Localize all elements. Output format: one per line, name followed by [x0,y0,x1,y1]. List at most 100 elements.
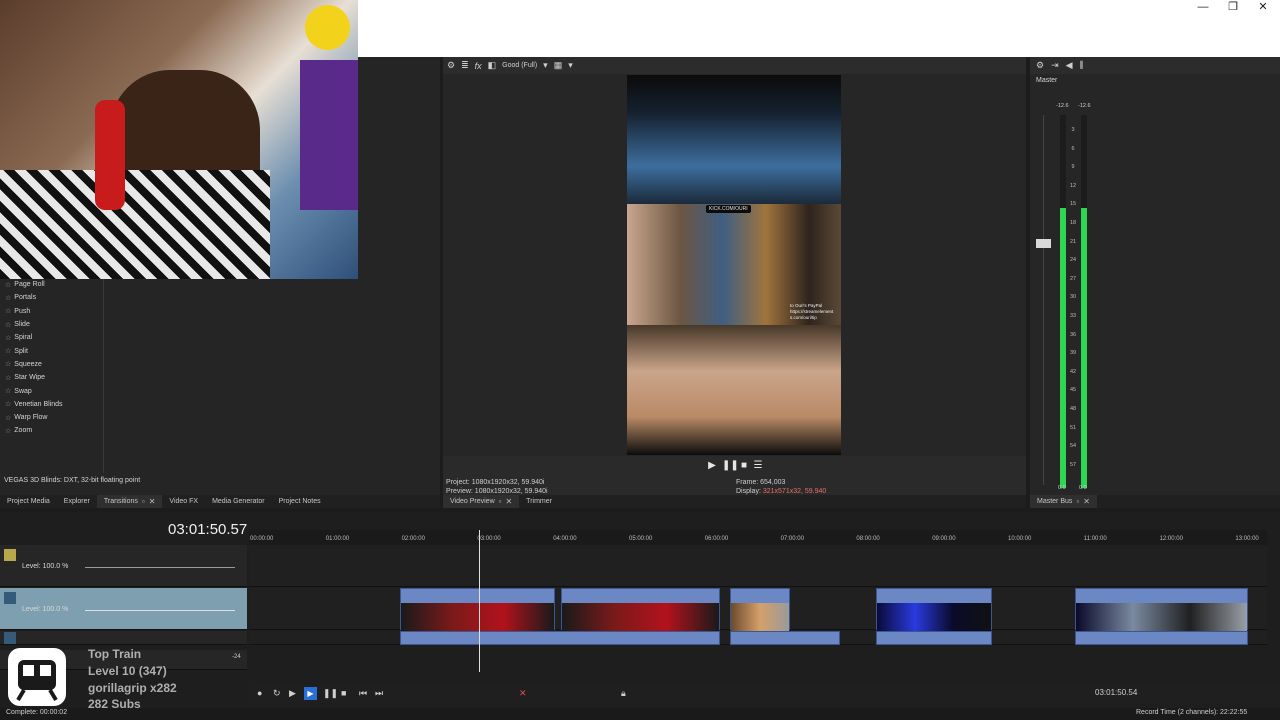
video-clip[interactable] [1075,588,1248,631]
star-icon[interactable]: ☆ [5,414,11,422]
transition-item[interactable]: ☆ Push [0,305,103,318]
gear-icon[interactable]: ⚙ [447,60,455,71]
transition-item[interactable]: ☆ Zoom [0,424,103,437]
preview-info: Preview: 1080x1920x32, 59.940i [446,488,548,495]
star-icon[interactable]: ☆ [5,294,11,302]
track-menu-icon[interactable] [4,632,16,644]
transition-item[interactable]: ☆ Page Roll [0,278,103,291]
split-screen-icon[interactable]: ◧ [488,60,497,71]
ruler-tick: 12:00:00 [1159,536,1183,542]
tab-video-preview[interactable]: Video Preview ▫ ✕ [443,495,520,508]
go-to-end-icon[interactable]: ⏭ [375,688,383,699]
audio-clip[interactable] [876,631,992,645]
close-icon[interactable]: ✕ [1083,497,1090,506]
track-level-slider[interactable] [85,567,235,568]
star-icon[interactable]: ☆ [5,374,11,382]
close-button[interactable]: ✕ [1248,0,1278,16]
close-icon[interactable]: ✕ [505,497,512,506]
stop-icon[interactable]: ■ [341,688,346,698]
star-icon[interactable]: ☆ [5,400,11,408]
ruler-tick: 04:00:00 [553,536,577,542]
transition-item[interactable]: ☆ Star Wipe [0,371,103,384]
tab-master-bus[interactable]: Master Bus ▫ ✕ [1030,495,1097,508]
transition-item[interactable]: ☆ Swap [0,384,103,397]
tab-transitions[interactable]: Transitions ▫ ✕ [96,495,163,508]
chevron-down-icon[interactable]: ▾ [543,60,548,71]
star-icon[interactable]: ☆ [5,321,11,329]
window-icon[interactable]: ▫ [1076,497,1079,506]
track-menu-icon[interactable] [4,549,16,561]
transition-item[interactable]: ☆ Squeeze [0,358,103,371]
insert-bus-icon[interactable]: ⇥ [1051,60,1059,71]
video-clip[interactable] [561,588,720,631]
track-header-2[interactable]: Level: 100.0 % [0,588,247,630]
audio-clip[interactable] [730,631,840,645]
track-lane-1[interactable] [249,545,1267,587]
master-fader[interactable] [1036,239,1051,248]
mixer-icon[interactable]: ⫼ [1080,60,1084,71]
record-icon[interactable]: ● [257,688,262,698]
master-level: -24 [232,654,241,660]
star-icon[interactable]: ☆ [5,387,11,395]
transition-item[interactable]: ☆ Slide [0,318,103,331]
audio-clip[interactable] [1075,631,1248,645]
render-status: Complete: 00:00:02 [6,709,68,716]
window-icon[interactable]: ▫ [499,497,502,506]
peak-right: -12.6 [1078,103,1091,109]
pause-icon[interactable]: ❚❚ [722,460,739,472]
tab-explorer[interactable]: Explorer [57,495,97,508]
video-clip[interactable] [876,588,992,631]
fx-icon[interactable]: fx [475,61,482,71]
playhead[interactable] [479,530,480,672]
lock-icon[interactable]: 🔒︎ [621,688,626,699]
transition-item[interactable]: ☆ Warp Flow [0,411,103,424]
tab-media-generator[interactable]: Media Generator [205,495,272,508]
loop-icon[interactable]: ↻ [273,688,281,699]
overlays-icon[interactable]: ▦ [554,60,563,71]
delete-icon[interactable]: ✕ [519,688,527,699]
meter-right [1081,208,1087,488]
tab-project-media[interactable]: Project Media [0,495,57,508]
track-level-slider[interactable] [85,610,235,611]
scale-mark: 12 [1069,182,1077,189]
transition-item[interactable]: ☆ Venetian Blinds [0,398,103,411]
star-icon[interactable]: ☆ [5,427,11,435]
menu-icon[interactable]: ☰ [752,460,764,472]
transition-item[interactable]: ☆ Spiral [0,331,103,344]
play-from-start-icon[interactable]: ▶ [289,688,296,699]
speaker-icon[interactable]: ◀ [1066,60,1073,71]
stop-icon[interactable]: ■ [738,460,750,472]
gear-icon[interactable]: ⚙ [1036,60,1044,71]
maximize-button[interactable]: ❐ [1218,0,1248,16]
audio-clip[interactable] [400,631,720,645]
close-icon[interactable]: ✕ [149,497,156,506]
track-menu-icon[interactable] [4,592,16,604]
properties-icon[interactable]: ≣ [461,60,469,71]
tab-project-notes[interactable]: Project Notes [272,495,328,508]
transition-item[interactable]: ☆ Portals [0,291,103,304]
panel-divider [103,278,104,473]
video-clip[interactable] [400,588,555,631]
star-icon[interactable]: ☆ [5,347,11,355]
star-icon[interactable]: ☆ [5,334,11,342]
minimize-button[interactable]: — [1188,0,1218,16]
preview-quality-dropdown[interactable]: Good (Full) [502,62,537,69]
track-header-1[interactable]: Level: 100.0 % [0,545,247,587]
ruler-tick: 02:00:00 [401,536,425,542]
star-icon[interactable]: ☆ [5,307,11,315]
tab-video-fx[interactable]: Video FX [162,495,205,508]
star-icon[interactable]: ☆ [5,281,11,289]
video-clip[interactable] [730,588,790,631]
preview-tabs: Video Preview ▫ ✕ Trimmer [443,495,1026,508]
window-icon[interactable]: ▫ [142,497,145,506]
transition-label: Squeeze [14,360,42,368]
play-icon[interactable]: ▶ [304,687,317,700]
track-header-3[interactable] [0,631,247,645]
chevron-down-icon[interactable]: ▾ [568,60,573,71]
star-icon[interactable]: ☆ [5,360,11,368]
pause-icon[interactable]: ❚❚ [323,688,338,699]
transition-item[interactable]: ☆ Split [0,344,103,357]
play-icon[interactable]: ▶ [706,460,718,472]
tab-trimmer[interactable]: Trimmer [519,495,559,508]
go-to-start-icon[interactable]: ⏮ [359,688,367,699]
